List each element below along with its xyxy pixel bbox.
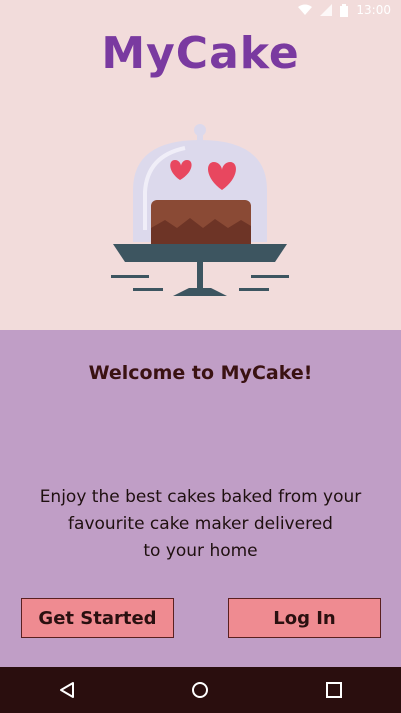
tagline-line: to your home: [143, 541, 258, 561]
signal-icon: [320, 4, 333, 16]
status-time: 13:00: [356, 3, 391, 17]
get-started-button[interactable]: Get Started: [21, 598, 174, 638]
cake-illustration: [105, 120, 295, 300]
welcome-tagline: Enjoy the best cakes baked from your fav…: [0, 484, 401, 565]
app-logo: MyCake: [101, 28, 300, 79]
system-nav-bar: [0, 667, 401, 713]
home-circle-icon[interactable]: [180, 670, 220, 710]
welcome-section: Welcome to MyCake! Enjoy the best cakes …: [0, 330, 401, 667]
log-in-button[interactable]: Log In: [228, 598, 381, 638]
battery-icon: [340, 3, 349, 17]
status-bar: 13:00: [0, 0, 401, 20]
welcome-title: Welcome to MyCake!: [88, 362, 313, 384]
wifi-icon: [298, 4, 313, 16]
recents-square-icon[interactable]: [314, 670, 354, 710]
tagline-line: favourite cake maker delivered: [68, 514, 333, 534]
tagline-line: Enjoy the best cakes baked from your: [39, 487, 362, 507]
hero-section: MyCake: [0, 20, 401, 330]
back-triangle-icon[interactable]: [47, 670, 87, 710]
